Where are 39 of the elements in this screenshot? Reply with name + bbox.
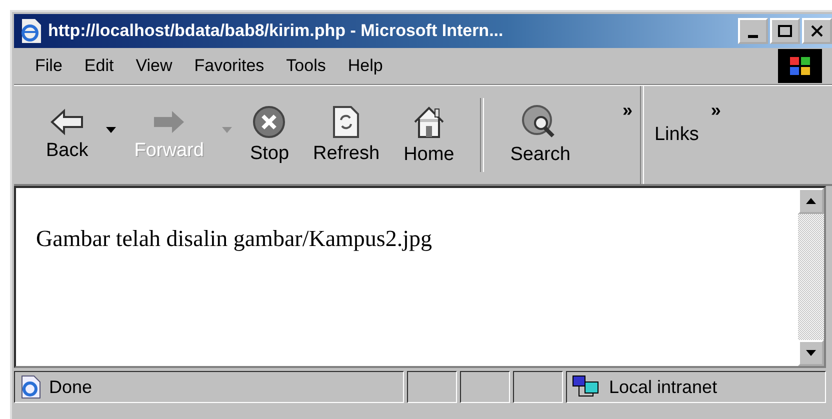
scroll-down-button[interactable] bbox=[798, 340, 824, 366]
minimize-icon bbox=[748, 34, 758, 38]
links-label[interactable]: Links bbox=[644, 124, 699, 184]
caret-icon[interactable] bbox=[106, 127, 116, 133]
maximize-button[interactable] bbox=[770, 18, 800, 44]
status-pane bbox=[407, 371, 457, 403]
toolbar-chevron[interactable]: » bbox=[582, 86, 640, 184]
scrollbar[interactable] bbox=[798, 188, 824, 366]
links-chevron[interactable]: » bbox=[698, 86, 721, 184]
refresh-icon bbox=[331, 105, 362, 139]
down-arrow-icon bbox=[806, 350, 816, 356]
page-icon bbox=[19, 375, 41, 399]
menu-item[interactable]: View bbox=[124, 56, 184, 76]
menu-item[interactable]: Favorites bbox=[183, 56, 276, 76]
scroll-up-button[interactable] bbox=[798, 188, 824, 214]
search-button[interactable]: Search bbox=[498, 86, 582, 184]
menu-item[interactable]: Tools bbox=[275, 56, 337, 76]
forward-arrow-icon bbox=[152, 108, 186, 136]
menu-item[interactable]: Help bbox=[336, 56, 394, 76]
status-pane bbox=[513, 371, 563, 403]
message-text: Gambar telah disalin gambar/Kampus2.jpg bbox=[36, 226, 434, 252]
back-button[interactable]: Back bbox=[34, 86, 100, 184]
zone-text: Local intranet bbox=[609, 376, 718, 398]
status-text: Done bbox=[49, 376, 92, 398]
windows-logo bbox=[778, 49, 822, 83]
up-arrow-icon bbox=[806, 198, 816, 204]
window-title: http://localhost/bdata/bab8/kirim.php - Microsoft Intern... bbox=[48, 21, 504, 41]
home-button[interactable]: Home bbox=[392, 86, 466, 184]
menu-item[interactable]: File bbox=[24, 56, 74, 76]
maximize-icon bbox=[778, 25, 792, 37]
menu-item[interactable]: Edit bbox=[73, 56, 125, 76]
back-arrow-icon bbox=[50, 108, 84, 136]
refresh-button[interactable]: Refresh bbox=[301, 86, 392, 184]
close-button[interactable] bbox=[802, 18, 832, 44]
stop-button[interactable]: Stop bbox=[238, 86, 302, 184]
close-icon bbox=[811, 25, 823, 37]
stop-icon bbox=[252, 105, 286, 139]
status-pane bbox=[460, 371, 510, 403]
minimize-button[interactable] bbox=[738, 18, 768, 44]
